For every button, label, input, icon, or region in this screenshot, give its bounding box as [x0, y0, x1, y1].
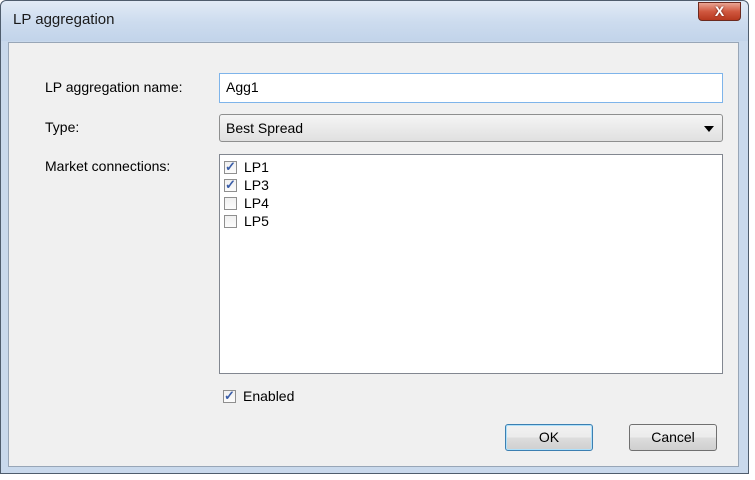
type-selected-value: Best Spread [226, 120, 304, 136]
close-icon: X [714, 3, 725, 19]
list-item-label: LP5 [244, 213, 269, 229]
close-button[interactable]: X [698, 2, 741, 21]
connections-label: Market connections: [45, 158, 171, 174]
list-item-label: LP3 [244, 177, 269, 193]
checkbox-lp1[interactable] [224, 159, 237, 175]
type-label: Type: [45, 119, 80, 135]
type-dropdown[interactable]: Best Spread [219, 114, 723, 142]
list-item[interactable]: LP5 [224, 212, 269, 230]
list-item[interactable]: LP1 [224, 158, 269, 176]
enabled-label: Enabled [243, 388, 295, 404]
dialog-window: LP aggregation X LP aggregation name: Ag… [0, 0, 749, 474]
checkbox-lp3[interactable] [224, 177, 237, 193]
window-title: LP aggregation [13, 11, 115, 28]
list-item[interactable]: LP3 [224, 176, 269, 194]
checkbox-lp4[interactable] [224, 196, 237, 210]
title-bar[interactable]: LP aggregation X [1, 1, 748, 41]
cancel-button[interactable]: Cancel [629, 424, 717, 451]
list-item[interactable]: LP4 [224, 194, 269, 212]
list-item-label: LP4 [244, 195, 269, 211]
enabled-checkbox[interactable] [223, 388, 236, 404]
market-connections-list[interactable]: LP1 LP3 LP4 LP5 [219, 154, 723, 374]
aggregation-name-input[interactable]: Agg1 [219, 73, 723, 103]
name-label: LP aggregation name: [45, 79, 183, 95]
dialog-client-area: LP aggregation name: Agg1 Type: Best Spr… [8, 42, 739, 467]
list-item-label: LP1 [244, 159, 269, 175]
chevron-down-icon [704, 126, 714, 132]
enabled-checkbox-row[interactable]: Enabled [223, 388, 294, 404]
ok-button[interactable]: OK [505, 424, 593, 451]
checkbox-lp5[interactable] [224, 214, 237, 228]
